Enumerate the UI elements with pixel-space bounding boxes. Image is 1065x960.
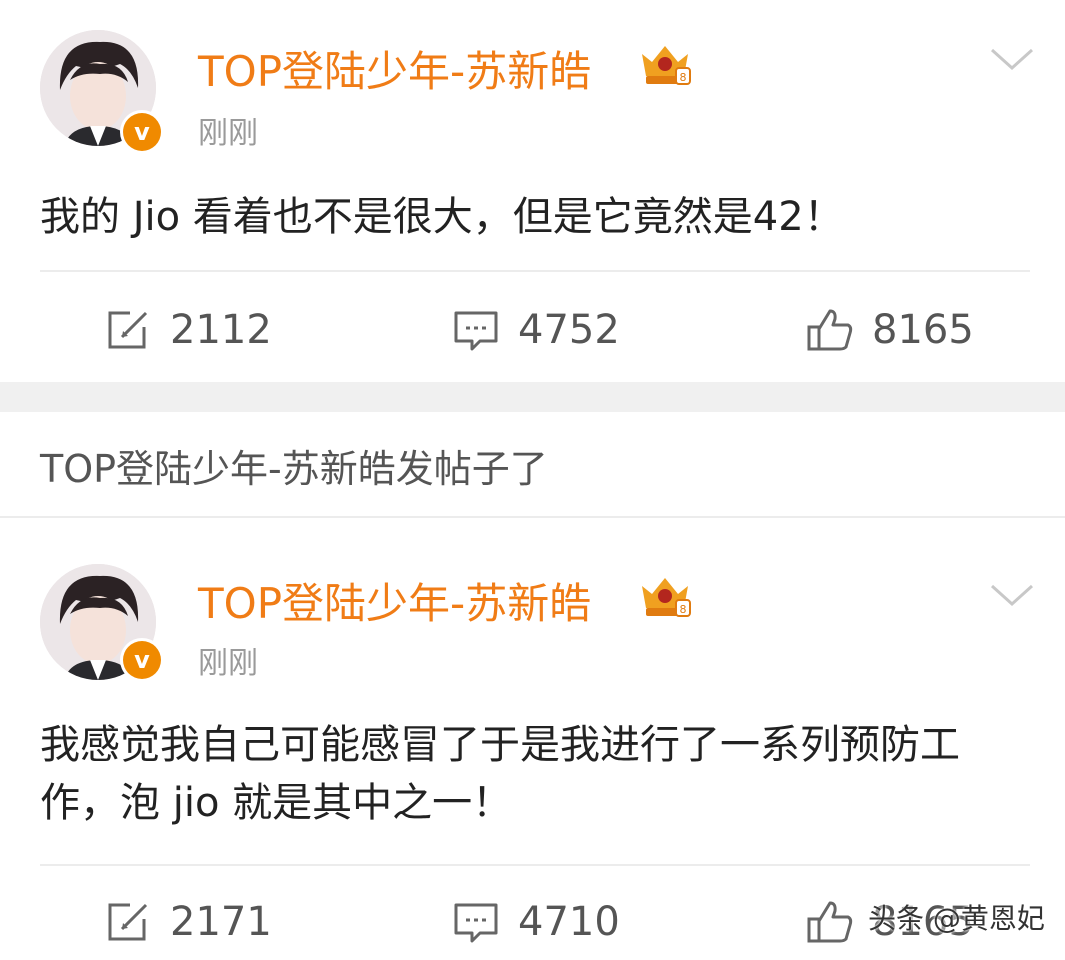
repost-count: 2171 [170, 899, 272, 945]
crown-badge-icon: 8 [642, 578, 691, 617]
chevron-down-icon[interactable] [988, 580, 1036, 610]
comment-icon [454, 903, 498, 943]
repost-count: 2112 [170, 307, 272, 353]
action-bar: 2112 4752 8165 [0, 300, 1065, 360]
like-button[interactable]: 8165 [806, 300, 974, 360]
post-time: 刚刚 [198, 116, 258, 151]
divider [40, 270, 1030, 272]
comment-icon [454, 311, 498, 351]
svg-text:8: 8 [680, 71, 687, 84]
like-count: 8165 [872, 307, 974, 353]
section-separator [0, 382, 1065, 412]
repost-icon [108, 311, 148, 349]
watermark: 头条 @黄恩妃 [868, 902, 1045, 935]
svg-text:8: 8 [680, 603, 687, 616]
crown-badge-icon: 8 [642, 46, 691, 85]
verified-badge-icon: v [120, 110, 164, 154]
chevron-down-icon[interactable] [988, 44, 1036, 74]
username[interactable]: TOP登陆少年-苏新皓 [198, 38, 591, 99]
verified-badge-icon: v [120, 638, 164, 682]
post-card[interactable]: v TOP登陆少年-苏新皓 8 刚刚 我感觉我自己可能感冒了于是我进行了一系列预… [0, 520, 1065, 960]
comment-count: 4752 [518, 307, 620, 353]
like-icon [807, 309, 853, 351]
comment-button[interactable]: 4710 [452, 892, 620, 952]
post-card[interactable]: v TOP登陆少年-苏新皓 8 刚刚 我的 Jio 看着也不是很大，但是它竟然是… [0, 0, 1065, 382]
feed-notice[interactable]: TOP登陆少年-苏新皓发帖子了 [40, 438, 548, 493]
comment-button[interactable]: 4752 [452, 300, 620, 360]
repost-icon [108, 903, 148, 941]
username[interactable]: TOP登陆少年-苏新皓 [198, 570, 591, 631]
like-icon [807, 901, 853, 943]
repost-button[interactable]: 2112 [104, 300, 272, 360]
divider [0, 516, 1065, 518]
repost-button[interactable]: 2171 [104, 892, 272, 952]
post-text: 我感觉我自己可能感冒了于是我进行了一系列预防工作，泡 jio 就是其中之一！ [40, 722, 960, 826]
post-time: 刚刚 [198, 646, 258, 681]
comment-count: 4710 [518, 899, 620, 945]
post-text: 我的 Jio 看着也不是很大，但是它竟然是42！ [40, 194, 844, 240]
divider [40, 864, 1030, 866]
